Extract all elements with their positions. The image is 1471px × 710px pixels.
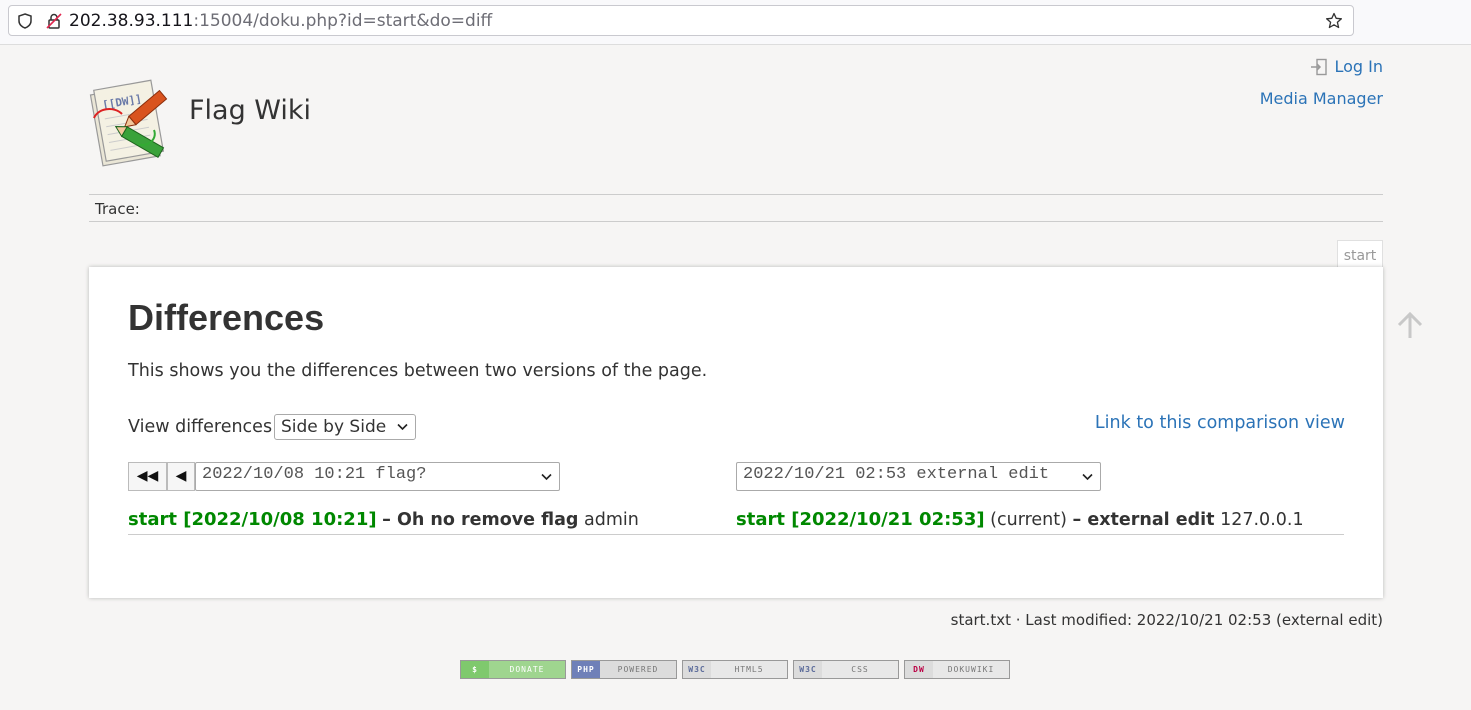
intro-text: This shows you the differences between t…: [128, 361, 708, 381]
right-revision-value: 2022/10/21 02:53 external edit: [743, 465, 1050, 484]
shield-icon[interactable]: [17, 13, 33, 29]
left-revision-user: admin: [584, 510, 639, 530]
login-label[interactable]: Log In: [1334, 57, 1383, 76]
html5-badge[interactable]: W3C HTML5: [682, 660, 788, 679]
bookmark-star-icon[interactable]: [1325, 12, 1343, 30]
left-revision-summary: – Oh no remove flag: [382, 510, 579, 530]
chevron-down-icon: [1082, 473, 1093, 481]
css-badge-text: CSS: [822, 661, 898, 678]
right-revision-summary: – external edit: [1072, 510, 1215, 530]
arrow-up-icon[interactable]: [1396, 310, 1424, 340]
first-revision-button[interactable]: ◀◀: [128, 462, 167, 491]
comparison-link[interactable]: Link to this comparison view: [1095, 413, 1345, 433]
url-host: 202.38.93.111: [69, 11, 194, 31]
dokuwiki-logo[interactable]: [[DW]]: [88, 78, 178, 168]
document-info: start.txt · Last modified: 2022/10/21 02…: [950, 611, 1383, 629]
css-badge-icon: W3C: [794, 661, 822, 678]
donate-badge-text: DONATE: [489, 661, 565, 678]
donate-badge[interactable]: $ DONATE: [460, 660, 566, 679]
login-icon: [1311, 58, 1328, 75]
current-marker: (current): [990, 510, 1067, 530]
dokuwiki-badge-text: DOKUWIKI: [933, 661, 1009, 678]
url-text[interactable]: 202.38.93.111:15004/doku.php?id=start&do…: [69, 11, 492, 31]
php-badge-icon: PHP: [572, 661, 600, 678]
previous-revision-button[interactable]: ◀: [167, 462, 195, 491]
right-revision-link[interactable]: start [2022/10/21 02:53]: [736, 509, 985, 530]
media-manager-link[interactable]: Media Manager: [1260, 89, 1383, 108]
url-path: :15004/doku.php?id=start&do=diff: [193, 11, 493, 31]
html5-badge-text: HTML5: [711, 661, 787, 678]
login-link[interactable]: Log In: [1310, 57, 1383, 76]
html5-badge-icon: W3C: [683, 661, 711, 678]
footer-badges: $ DONATE PHP POWERED W3C HTML5 W3C CSS D…: [460, 660, 1010, 679]
diff-divider: [128, 534, 1344, 535]
page-id-tab: start: [1337, 240, 1383, 267]
right-revision-user: 127.0.0.1: [1220, 510, 1304, 530]
left-revision-value: 2022/10/08 10:21 flag?: [202, 465, 427, 484]
php-badge[interactable]: PHP POWERED: [571, 660, 677, 679]
browser-toolbar: 202.38.93.111:15004/doku.php?id=start&do…: [0, 0, 1471, 45]
left-revision-select[interactable]: 2022/10/08 10:21 flag?: [195, 462, 560, 491]
breadcrumb: Trace:: [89, 194, 1383, 222]
view-differences-label: View differences:: [128, 417, 278, 437]
left-revision-link[interactable]: start [2022/10/08 10:21]: [128, 509, 377, 530]
page-title: Differences: [128, 297, 325, 338]
chevron-down-icon: [541, 473, 552, 481]
chevron-down-icon: [397, 423, 408, 431]
css-badge[interactable]: W3C CSS: [793, 660, 899, 679]
content-panel: Differences This shows you the differenc…: [89, 267, 1383, 598]
diff-type-select[interactable]: Side by Side: [274, 414, 416, 440]
right-revision-select[interactable]: 2022/10/21 02:53 external edit: [736, 462, 1101, 491]
dokuwiki-badge-icon: DW: [905, 661, 933, 678]
right-revision-info: start [2022/10/21 02:53] (current) – ext…: [736, 509, 1304, 530]
diff-type-value: Side by Side: [281, 417, 387, 437]
left-revision-info: start [2022/10/08 10:21] – Oh no remove …: [128, 509, 639, 530]
insecure-lock-icon[interactable]: [45, 12, 63, 30]
donate-badge-icon: $: [461, 661, 489, 678]
dokuwiki-badge[interactable]: DW DOKUWIKI: [904, 660, 1010, 679]
address-bar[interactable]: 202.38.93.111:15004/doku.php?id=start&do…: [8, 5, 1354, 36]
site-title[interactable]: Flag Wiki: [189, 95, 311, 126]
php-badge-text: POWERED: [600, 661, 676, 678]
trace-label: Trace:: [95, 200, 140, 218]
